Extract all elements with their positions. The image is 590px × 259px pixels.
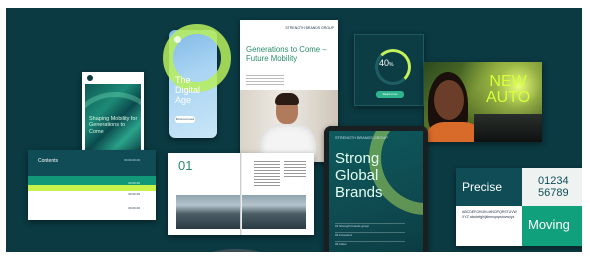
tablet-menu-item[interactable]: 02 Foreword bbox=[335, 232, 405, 238]
report-brand: STRENGTH BRANDS GROUP bbox=[285, 26, 334, 30]
open-book: 01 bbox=[168, 153, 314, 252]
progress-value: 40% bbox=[379, 58, 394, 68]
car-image bbox=[474, 114, 542, 142]
brand-collage: Shaping Mobility for Generations to Come… bbox=[6, 8, 582, 252]
report-title: Generations to Come – Future Mobility bbox=[246, 45, 327, 63]
social-media-post: Shaping Mobility for Generations to Come bbox=[82, 72, 144, 156]
tablet-menu-item[interactable]: 01 Strength brands group bbox=[335, 223, 405, 229]
tablet-screen: STRENGTH BRANDS GROUP Strong Global Bran… bbox=[329, 131, 423, 252]
tablet-menu-item[interactable]: 03 Index bbox=[335, 241, 405, 247]
phone-headline: The Digital Age bbox=[175, 75, 201, 105]
post-headline: Shaping Mobility for Generations to Come bbox=[89, 116, 138, 135]
specimen-alphabet: ABCDEFGHIJKLMNOPQRSTUVWXYZ abcdefghijklm… bbox=[462, 210, 517, 219]
body-text bbox=[254, 161, 280, 187]
profile-avatar bbox=[87, 75, 93, 81]
brochure-row: 00.00.00.00 bbox=[124, 158, 140, 162]
phone-screen: The Digital Age Find out more bbox=[163, 24, 231, 138]
body-text bbox=[284, 161, 306, 179]
report-subtext bbox=[246, 75, 284, 85]
chapter-number: 01 bbox=[178, 158, 193, 173]
ad-headline: NEW AUTO bbox=[486, 73, 531, 106]
tablet-headline: Strong Global Brands bbox=[335, 150, 383, 201]
tablet-brand: STRENGTH BRANDS GROUP bbox=[335, 136, 388, 140]
phone-cta-button[interactable]: Find out more bbox=[175, 116, 195, 123]
type-specimen: Precise 01234 56789 ABCDEFGHIJKLMNOPQRSTU… bbox=[456, 168, 582, 246]
tablet: STRENGTH BRANDS GROUP Strong Global Bran… bbox=[324, 126, 428, 252]
progress-widget: 40% Read more bbox=[354, 34, 424, 106]
specimen-word: Moving bbox=[528, 217, 570, 232]
new-auto-ad: NEW AUTO bbox=[424, 62, 542, 142]
brochure-title: Contents bbox=[38, 158, 59, 164]
brochure-row: 00.00.00 bbox=[128, 181, 140, 185]
widget-button[interactable]: Read more bbox=[376, 91, 404, 98]
app-logo-icon bbox=[174, 36, 181, 43]
brochure-row: 00.00.00 bbox=[128, 192, 140, 196]
brochure-row: 00.00.00 bbox=[128, 206, 140, 210]
brochure: Contents 00.00.00.00 00.00.00 00.00.00 0… bbox=[28, 150, 156, 220]
specimen-digits: 01234 56789 bbox=[538, 175, 569, 199]
specimen-word: Precise bbox=[462, 180, 503, 194]
